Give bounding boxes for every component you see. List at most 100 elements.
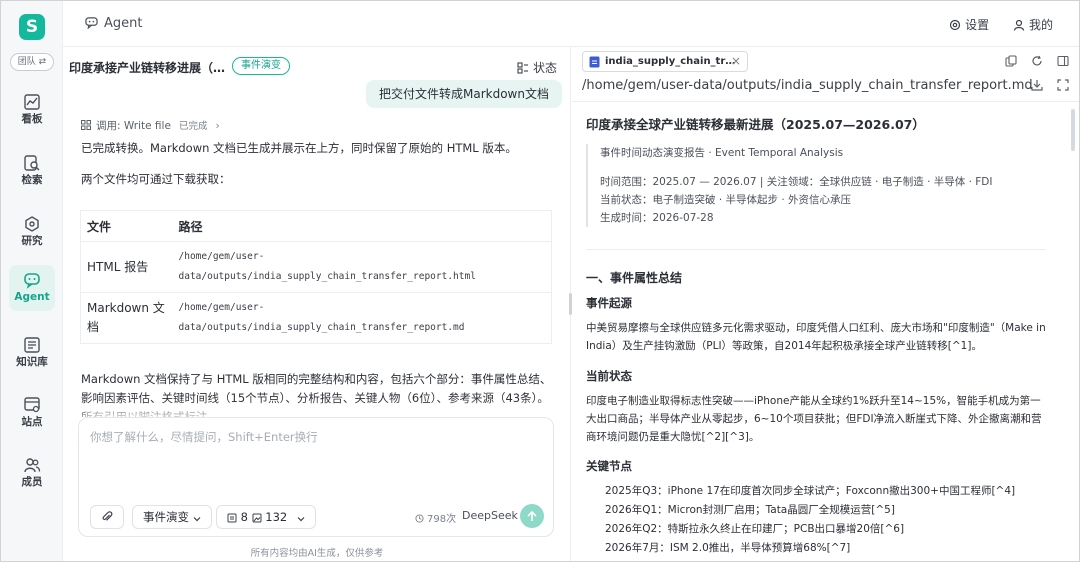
- chevron-right-icon: ›: [215, 120, 220, 132]
- fullscreen-icon[interactable]: [1057, 79, 1069, 91]
- nav-label: Agent: [14, 291, 50, 303]
- file-tab[interactable]: india_supply_chain_tr… ×: [582, 51, 748, 72]
- nav-item-agent[interactable]: Agent: [9, 265, 55, 311]
- download-icon[interactable]: [1031, 79, 1043, 91]
- paperclip-icon: [102, 511, 113, 521]
- settings-label: 设置: [965, 18, 990, 32]
- doc-meta-line: 事件时间动态演变报告 · Event Temporal Analysis: [600, 147, 844, 159]
- list-item: 2025年Q3：iPhone 17在印度首次同步全球试产；Foxconn撤出30…: [605, 485, 1016, 497]
- close-icon[interactable]: ×: [731, 54, 741, 68]
- assistant-reply-text: 已完成转换。Markdown 文档已生成并展示在上方，同时保留了原始的 HTML…: [81, 141, 517, 155]
- chevron-down-icon: [297, 517, 305, 522]
- nav-item-research[interactable]: 研究: [9, 209, 55, 255]
- page-title-text: Agent: [104, 16, 143, 31]
- list-item: 2026年7月：ISM 2.0推出，半导体预算增68%[^7]: [605, 542, 851, 554]
- chat-panel: 印度承接产业链转移进展（… 事件演变 状态 把交付文件转成Markdown文档 …: [63, 47, 571, 561]
- scrollbar-thumb[interactable]: [1071, 109, 1075, 151]
- tool-call-row[interactable]: 调用: Write file 已完成 ›: [81, 118, 220, 133]
- profile-label: 我的: [1028, 18, 1053, 32]
- table-header-cell: 路径: [172, 210, 552, 242]
- assistant-reply-text: 两个文件均可通过下载获取：: [81, 172, 231, 186]
- user-icon: [1013, 19, 1025, 31]
- sources-select[interactable]: 8 132: [216, 505, 316, 529]
- usage-count: 798次: [415, 510, 456, 525]
- doc-meta-line: 时间范围：2025.07 — 2026.07 | 关注领域：全球供应链 · 电子…: [600, 176, 993, 188]
- nav-item-search[interactable]: 检索: [9, 148, 55, 194]
- doc-heading: 印度承接全球产业链转移最新进展（2025.07—2026.07）: [586, 117, 925, 132]
- doc-paragraph: 印度电子制造业取得标志性突破——iPhone产能从全球约1%跃升至14~15%，…: [586, 395, 1042, 443]
- doc-actions: [1021, 79, 1069, 94]
- nav-label: 研究: [21, 235, 43, 247]
- send-button[interactable]: [520, 504, 544, 528]
- page-title: Agent: [85, 16, 142, 31]
- file-path[interactable]: data/outputs/india_supply_chain_transfer…: [179, 318, 552, 338]
- file-name-cell: HTML 报告: [80, 241, 173, 293]
- knowledge-base-icon: [24, 337, 40, 353]
- file-path-cell: /home/gem/user- data/outputs/india_suppl…: [172, 292, 552, 344]
- file-path-cell: /home/gem/user- data/outputs/india_suppl…: [172, 241, 552, 293]
- doc-paragraph: 中美贸易摩擦与全球供应链多元化需求驱动，印度凭借人口红利、庞大市场和"印度制造"…: [586, 322, 1046, 352]
- team-switch-button[interactable]: 团队 ⇄: [10, 53, 54, 71]
- app-logo-icon[interactable]: S: [19, 14, 45, 40]
- table-header-row: 文件 路径: [80, 210, 552, 242]
- doc-meta-line: 生成时间：2026-07-28: [600, 212, 714, 224]
- header-actions: 设置 我的: [929, 16, 1053, 33]
- file-path[interactable]: data/outputs/india_supply_chain_transfer…: [179, 267, 552, 287]
- split-view-icon[interactable]: [1057, 55, 1069, 67]
- profile-button[interactable]: 我的: [1013, 18, 1053, 32]
- copy-icon[interactable]: [1005, 55, 1017, 67]
- status-toggle-button[interactable]: 状态: [517, 59, 557, 76]
- mode-select[interactable]: 事件演变: [132, 505, 212, 529]
- document-search-icon: [24, 155, 40, 171]
- file-path[interactable]: /home/gem/user-: [179, 298, 552, 318]
- files-table: 文件 路径 HTML 报告 /home/gem/user- data/outpu…: [80, 210, 552, 344]
- user-message: 把交付文件转成Markdown文档: [366, 80, 562, 108]
- doc-meta-quote: 事件时间动态演变报告 · Event Temporal Analysis 时间范…: [586, 144, 1046, 227]
- list-item: 2026年Q1：Micron封测厂启用；Tata晶圆厂全规模运营[^5]: [605, 504, 895, 516]
- subsection-heading: 事件起源: [586, 296, 632, 310]
- site-icon: [24, 397, 40, 413]
- file-path-label: /home/gem/user-data/outputs/india_supply…: [582, 78, 1033, 93]
- table-header-cell: 文件: [80, 210, 173, 242]
- attach-button[interactable]: [90, 505, 124, 529]
- file-path[interactable]: /home/gem/user-: [179, 247, 552, 267]
- file-tab-name: india_supply_chain_tr…: [605, 56, 736, 67]
- table-row: Markdown 文档 /home/gem/user- data/outputs…: [80, 292, 552, 344]
- usage-count-text: 798次: [427, 514, 457, 525]
- composer: 你想了解什么，尽情提问，Shift+Enter换行 事件演变 8 132 798…: [78, 417, 554, 537]
- nav-label: 看板: [21, 113, 43, 125]
- chat-header: 印度承接产业链转移进展（… 事件演变 状态: [69, 57, 563, 77]
- tool-status-label: 已完成: [178, 121, 208, 132]
- nav-label: 成员: [21, 476, 43, 488]
- source-count-b: 132: [265, 510, 288, 524]
- nav-item-dashboard[interactable]: 看板: [9, 87, 55, 133]
- refresh-icon[interactable]: [1031, 55, 1043, 67]
- nav-item-knowledge[interactable]: 知识库: [9, 330, 55, 376]
- arrow-up-icon: [527, 510, 537, 521]
- divider: [572, 101, 1079, 102]
- nav-label: 检索: [21, 174, 43, 186]
- nav-label: 知识库: [16, 356, 48, 368]
- chevron-down-icon: [193, 517, 201, 522]
- status-list-icon: [517, 62, 528, 74]
- file-name-cell: Markdown 文档: [80, 292, 173, 344]
- tool-call-label: 调用: Write file: [96, 120, 171, 132]
- doc-meta-line: 当前状态：电子制造突破 · 半导体起步 · 外资信心承压: [600, 194, 852, 206]
- source-count-a: 8: [240, 510, 248, 524]
- settings-button[interactable]: 设置: [949, 18, 989, 32]
- document-preview-panel: india_supply_chain_tr… × /home/gem/user-…: [572, 47, 1079, 561]
- document-icon: [227, 513, 237, 523]
- conversation-title[interactable]: 印度承接产业链转移进展（…: [69, 59, 225, 76]
- mode-select-value: 事件演变: [143, 510, 189, 524]
- nav-item-site[interactable]: 站点: [9, 390, 55, 436]
- section-heading: 一、事件属性总结: [586, 271, 683, 285]
- model-select[interactable]: DeepSeek: [462, 509, 518, 522]
- agent-chat-icon: [85, 17, 98, 30]
- nav-item-members[interactable]: 成员: [9, 450, 55, 496]
- chat-input[interactable]: 你想了解什么，尽情提问，Shift+Enter换行: [90, 429, 318, 445]
- research-network-icon: [25, 216, 39, 232]
- gear-icon: [950, 19, 961, 31]
- subsection-heading: 关键节点: [586, 459, 632, 473]
- top-header: Agent 设置 我的: [63, 1, 1079, 47]
- subsection-heading: 当前状态: [586, 369, 632, 383]
